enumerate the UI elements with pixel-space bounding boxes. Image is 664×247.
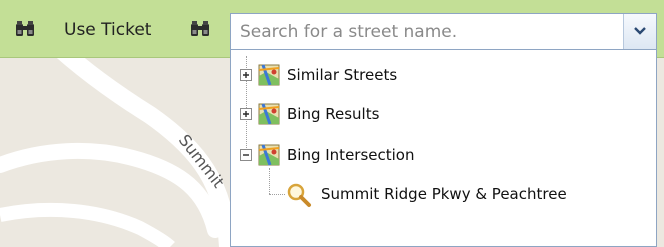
tree-node-bing-intersection[interactable]: Bing Intersection [231,142,656,168]
search-dropdown-button[interactable] [623,14,656,49]
plus-icon [243,72,249,78]
tree-node-similar-streets[interactable]: Similar Streets [231,62,656,88]
collapse-toggle[interactable] [240,149,252,161]
chevron-down-icon [634,27,646,35]
minus-icon [243,154,249,156]
map-folder-icon [258,144,280,166]
tree-node-label: Bing Results [287,105,380,123]
expand-toggle[interactable] [240,69,252,81]
use-ticket-button[interactable]: Use Ticket [10,14,170,44]
plus-icon [243,111,249,117]
use-ticket-label: Use Ticket [64,20,152,40]
magnifier-icon [287,183,311,207]
app-root: Summit Use Ticket Search for a street na… [0,0,664,247]
map-folder-icon [258,103,280,125]
tree-node-label: Similar Streets [287,66,398,84]
search-results-dropdown: Similar Streets Bing Results Bing Inters… [230,50,657,247]
tree-result-label: Summit Ridge Pkwy & Peachtree [321,185,567,203]
tree-result-item[interactable]: Summit Ridge Pkwy & Peachtree [231,181,656,207]
tree-node-bing-results[interactable]: Bing Results [231,101,656,127]
map-folder-icon [258,64,280,86]
expand-toggle[interactable] [240,108,252,120]
search-binoculars-button[interactable] [185,18,215,44]
street-search-combobox[interactable] [230,13,657,50]
binoculars-icon [16,21,34,36]
tree-node-label: Bing Intersection [287,146,415,164]
binoculars-icon [191,21,209,36]
street-search-input[interactable] [231,14,621,49]
